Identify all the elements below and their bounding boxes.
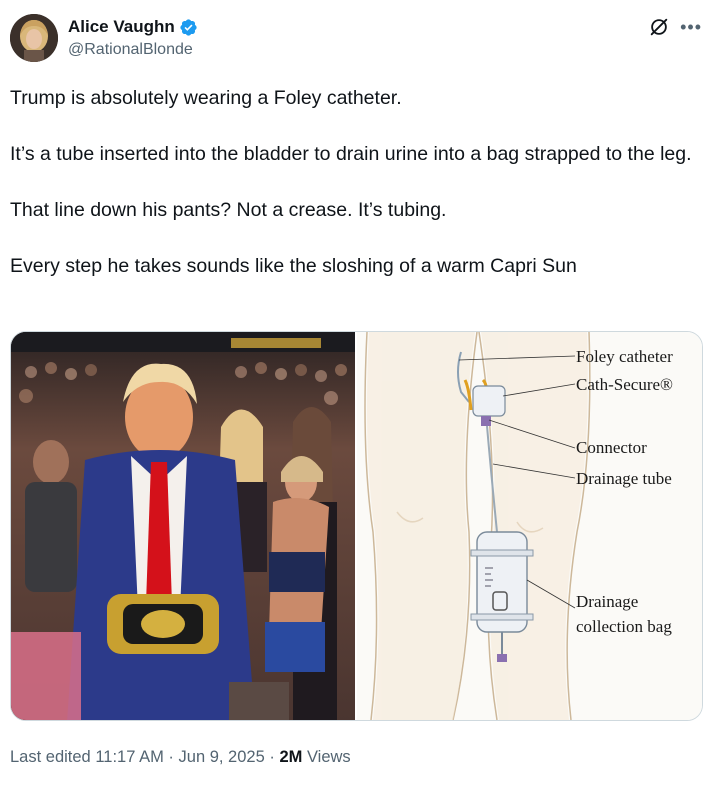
tweet-time[interactable]: 11:17 AM (95, 748, 164, 766)
avatar[interactable] (10, 14, 58, 62)
tweet-paragraph: It’s a tube inserted into the bladder to… (10, 143, 692, 165)
tweet-paragraph: Every step he takes sounds like the slos… (10, 255, 577, 277)
author-name[interactable]: Alice Vaughn (68, 16, 175, 38)
views-label[interactable]: Views (307, 748, 351, 766)
label-foley-catheter: Foley catheter (576, 347, 673, 366)
tweet-media: Foley catheter Cath-Secure® Connector Dr… (10, 331, 703, 721)
media-diagram[interactable]: Foley catheter Cath-Secure® Connector Dr… (355, 332, 702, 720)
label-bag-line2: collection bag (576, 617, 672, 636)
label-bag-line1: Drainage (576, 592, 638, 611)
grok-icon[interactable] (648, 16, 670, 38)
tweet-paragraph: Trump is absolutely wearing a Foley cath… (10, 87, 402, 109)
tweet-text: Trump is absolutely wearing a Foley cath… (10, 84, 700, 280)
photo-image (11, 332, 355, 720)
edited-prefix[interactable]: Last edited (10, 748, 91, 766)
catheter-diagram: Foley catheter Cath-Secure® Connector Dr… (364, 332, 673, 720)
more-icon[interactable]: ••• (680, 17, 702, 37)
tweet-date[interactable]: Jun 9, 2025 (179, 748, 265, 766)
label-drainage-tube: Drainage tube (576, 469, 672, 488)
tweet-meta: Last edited 11:17 AM · Jun 9, 2025 · 2M … (10, 746, 351, 768)
views-count[interactable]: 2M (279, 748, 302, 766)
meta-separator: · (168, 748, 174, 766)
tweet-paragraph: That line down his pants? Not a crease. … (10, 199, 447, 221)
media-photo[interactable] (11, 332, 355, 720)
avatar-image (10, 14, 58, 62)
tweet-header: Alice Vaughn @RationalBlonde (10, 14, 198, 62)
verified-badge-icon[interactable] (179, 18, 198, 37)
tweet: Alice Vaughn @RationalBlonde ••• Trump i… (0, 0, 716, 785)
author-handle[interactable]: @RationalBlonde (68, 39, 198, 60)
label-connector: Connector (576, 438, 647, 457)
label-cath-secure: Cath-Secure® (576, 375, 673, 394)
meta-separator: · (269, 748, 275, 766)
